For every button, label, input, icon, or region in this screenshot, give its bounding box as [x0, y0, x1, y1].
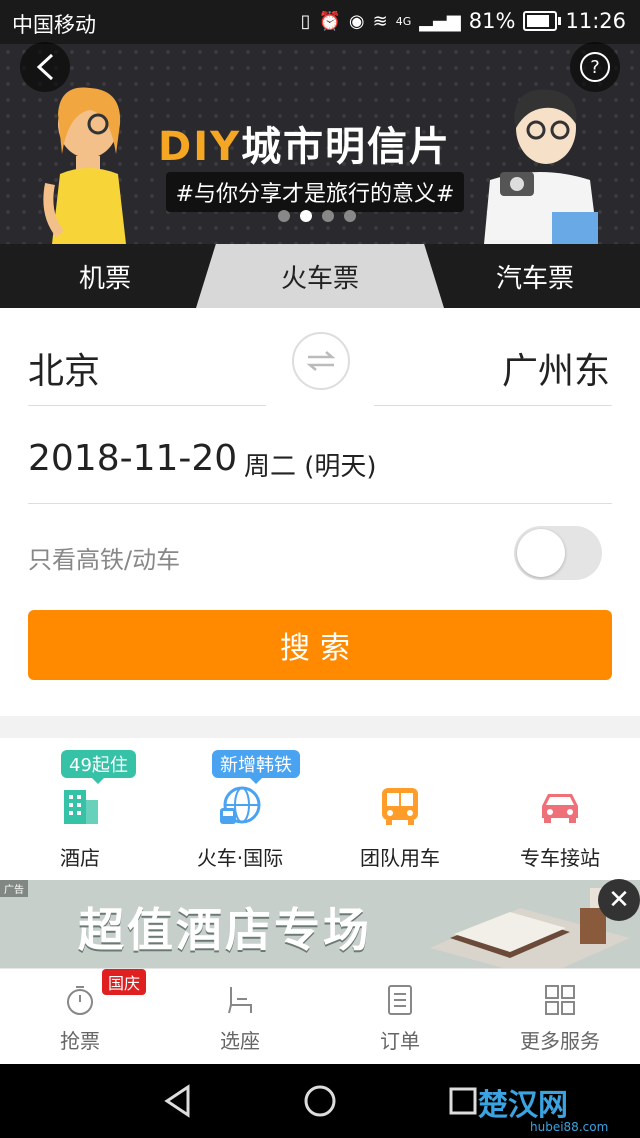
nav-orders[interactable]: 订单 — [320, 969, 480, 1065]
hsr-only-toggle[interactable] — [514, 526, 602, 580]
ad-tag: 广告 — [0, 880, 28, 897]
service-hotel[interactable]: 49起住 酒店 — [0, 738, 160, 880]
tab-train[interactable]: 火车票 — [196, 244, 444, 308]
service-label: 团队用车 — [360, 846, 440, 870]
services-row: 49起住 酒店 新增韩铁 火车·国际 团队用车 专车接站 — [0, 738, 640, 880]
departure-weekday[interactable]: 周二 (明天) — [244, 446, 377, 483]
car-icon — [542, 794, 578, 823]
tab-bus[interactable]: 汽车票 — [430, 244, 640, 308]
status-bar: 中国移动 ▯ ⏰ ◉ ≋ 4G ▂▄▆ 81% 11:26 — [0, 0, 640, 44]
divider — [28, 405, 266, 406]
from-city[interactable]: 北京 — [28, 342, 100, 394]
stopwatch-icon — [67, 986, 93, 1015]
home-circle-icon[interactable] — [303, 1084, 337, 1118]
service-label: 专车接站 — [520, 846, 600, 870]
promo-banner[interactable]: DIY城市明信片 #与你分享才是旅行的意义# — [0, 44, 640, 244]
banner-subtitle: #与你分享才是旅行的意义# — [166, 172, 464, 212]
help-button[interactable]: ? — [570, 42, 620, 92]
bottom-nav: 国庆 抢票 选座 订单 更多服务 — [0, 968, 640, 1065]
network-type: 4G — [395, 14, 412, 28]
nav-more-services[interactable]: 更多服务 — [480, 969, 640, 1065]
carrier-label: 中国移动 — [12, 13, 96, 37]
carousel-dot[interactable] — [278, 210, 290, 222]
departure-date[interactable]: 2018-11-20 — [28, 438, 237, 479]
nav-label: 更多服务 — [520, 1029, 600, 1053]
wifi-icon: ≋ — [372, 10, 388, 32]
service-station-pickup[interactable]: 专车接站 — [480, 738, 640, 880]
hsr-only-label: 只看高铁/动车 — [28, 546, 181, 574]
back-button[interactable] — [20, 42, 70, 92]
ad-banner[interactable]: 广告 超值酒店专场 — [0, 880, 640, 968]
signal-icon: ▂▄▆ — [419, 10, 461, 32]
carousel-dot[interactable] — [344, 210, 356, 222]
swap-cities-button[interactable] — [292, 332, 350, 390]
divider — [374, 405, 612, 406]
close-icon: ✕ — [608, 885, 630, 915]
service-intl-train[interactable]: 新增韩铁 火车·国际 — [160, 738, 320, 880]
carousel-dot-active[interactable] — [300, 210, 312, 222]
globe-train-icon — [220, 786, 261, 824]
battery-percent: 81% — [468, 9, 516, 33]
swap-icon — [306, 351, 336, 371]
search-form: 北京 广州东 2018-11-20 周二 (明天) 只看高铁/动车 搜索 — [0, 308, 640, 716]
nav-label: 订单 — [380, 1029, 420, 1053]
to-city[interactable]: 广州东 — [502, 342, 610, 394]
question-icon: ? — [580, 52, 610, 82]
nav-label: 抢票 — [60, 1029, 100, 1053]
girl-illustration — [43, 87, 126, 244]
back-triangle-icon[interactable] — [162, 1084, 194, 1118]
holiday-badge: 国庆 — [102, 969, 147, 995]
hotel-icon — [64, 790, 98, 824]
divider — [28, 503, 612, 504]
chevron-left-icon — [36, 53, 54, 81]
ad-text: 超值酒店专场 — [78, 903, 372, 957]
clock: 11:26 — [565, 9, 626, 33]
service-badge: 49起住 — [61, 750, 136, 784]
service-group-car[interactable]: 团队用车 — [320, 738, 480, 880]
banner-title: DIY城市明信片 — [158, 124, 452, 170]
service-label: 酒店 — [60, 846, 100, 870]
service-badge: 新增韩铁 — [212, 750, 300, 784]
svg-text:?: ? — [590, 57, 600, 78]
nav-select-seat[interactable]: 选座 — [160, 969, 320, 1065]
boy-illustration — [484, 89, 598, 244]
bus-icon — [382, 788, 418, 825]
status-icons: ▯ ⏰ ◉ ≋ 4G ▂▄▆ 81% 11:26 — [301, 9, 626, 33]
vibrate-icon: ▯ — [300, 10, 311, 32]
alarm-icon: ⏰ — [318, 10, 341, 32]
watermark-logo: 楚汉网 — [478, 1088, 568, 1123]
seat-icon — [228, 987, 252, 1014]
nav-grab-ticket[interactable]: 国庆 抢票 — [0, 969, 160, 1065]
service-label: 火车·国际 — [196, 846, 284, 870]
tab-flight[interactable]: 机票 — [0, 244, 210, 308]
list-icon — [388, 985, 412, 1015]
carousel-dots — [278, 210, 356, 222]
battery-icon — [523, 11, 562, 31]
watermark-url: hubei88.com — [530, 1120, 609, 1134]
search-button[interactable]: 搜索 — [28, 610, 612, 680]
recents-square-icon[interactable] — [448, 1086, 478, 1116]
carousel-dot[interactable] — [322, 210, 334, 222]
grid-icon — [545, 985, 575, 1015]
ad-close-button[interactable]: ✕ — [598, 879, 640, 921]
transport-tabs: 机票 火车票 汽车票 — [0, 244, 640, 308]
nav-label: 选座 — [220, 1029, 260, 1053]
eye-icon: ◉ — [348, 10, 365, 32]
